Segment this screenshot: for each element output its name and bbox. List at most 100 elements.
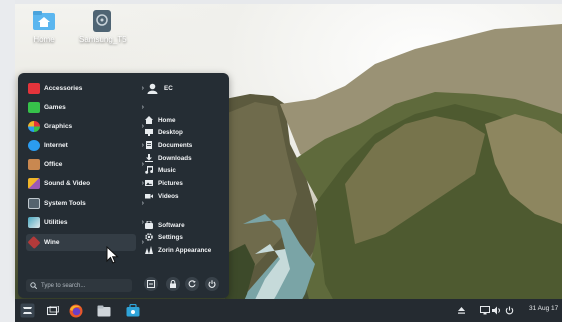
lock-icon (170, 280, 176, 288)
place-label: Documents (158, 141, 193, 149)
drive-icon (93, 10, 111, 32)
menu-place-home[interactable]: Home (145, 114, 176, 126)
menu-category-internet[interactable]: Internet › (26, 137, 144, 154)
graphics-icon (28, 121, 40, 132)
volume-icon[interactable] (492, 306, 502, 315)
internet-icon (28, 140, 40, 151)
restart-button[interactable] (185, 277, 199, 291)
downloads-icon (145, 154, 153, 162)
place-label: Desktop (158, 128, 183, 136)
menu-user[interactable]: EC (147, 82, 173, 94)
category-label: Office (44, 161, 63, 168)
zorin-logo-icon (20, 303, 35, 318)
system-item-label: Zorin Appearance (158, 246, 212, 254)
desktop-icon (145, 128, 153, 136)
desktop-icon-samsung-t5[interactable]: Samsung_T5 (79, 9, 127, 44)
chevron-right-icon: › (141, 104, 144, 111)
menu-category-office[interactable]: Office › (26, 156, 144, 173)
system-item-label: Settings (158, 233, 183, 241)
chevron-right-icon: › (141, 219, 144, 226)
menu-place-pictures[interactable]: Pictures (145, 177, 183, 189)
chevron-right-icon: › (141, 142, 144, 149)
menu-category-sound-video[interactable]: Sound & Video › (26, 175, 144, 192)
clock[interactable]: 31 Aug 17 (529, 305, 558, 312)
taskbar-files[interactable] (95, 302, 112, 319)
menu-category-utilities[interactable]: Utilities › (26, 214, 144, 231)
settings-icon (145, 233, 153, 241)
chevron-right-icon: › (141, 85, 144, 92)
category-label: Sound & Video (44, 180, 91, 187)
user-name: EC (164, 84, 173, 92)
desktop-icon-label: Home (33, 35, 55, 44)
category-label: Utilities (44, 219, 68, 226)
search-input[interactable]: Type to search... (26, 279, 132, 292)
power-button[interactable] (205, 277, 219, 291)
firefox-icon (69, 304, 82, 317)
zorin-menu-button[interactable] (19, 302, 36, 319)
music-icon (145, 166, 153, 174)
menu-category-games[interactable]: Games › (26, 99, 144, 116)
chevron-right-icon: › (141, 239, 144, 246)
mouse-pointer-icon (106, 246, 119, 264)
category-label: Graphics (44, 123, 73, 130)
category-label: Games (44, 104, 66, 111)
taskbar: 31 Aug 17 (15, 299, 562, 322)
utilities-icon (28, 217, 40, 228)
software-icon (145, 221, 153, 229)
menu-place-desktop[interactable]: Desktop (145, 126, 183, 138)
menu-category-system-tools[interactable]: System Tools › (26, 195, 144, 212)
taskbar-firefox[interactable] (67, 302, 84, 319)
software-store-icon (126, 304, 139, 317)
search-placeholder: Type to search... (41, 282, 86, 289)
menu-item-zorin-appearance[interactable]: Zorin Appearance (145, 244, 211, 256)
desktop-icon-home[interactable]: Home (29, 10, 59, 44)
sound-video-icon (28, 178, 40, 189)
power-icon (208, 280, 216, 288)
taskbar-software[interactable] (124, 302, 141, 319)
restart-icon (188, 280, 196, 288)
menu-place-documents[interactable]: Documents (145, 139, 192, 151)
category-label: Internet (44, 142, 68, 149)
menu-category-graphics[interactable]: Graphics › (26, 118, 144, 135)
category-label: Accessories (44, 85, 83, 92)
place-label: Home (158, 116, 176, 124)
menu-place-music[interactable]: Music (145, 164, 176, 176)
upload-tray-icon[interactable] (457, 306, 466, 315)
videos-icon (145, 192, 153, 200)
logout-button[interactable] (144, 277, 158, 291)
logout-icon (147, 280, 155, 288)
window-frame-left (0, 0, 15, 322)
place-label: Pictures (158, 179, 183, 187)
start-menu: Accessories › Games › Graphics › Interne… (18, 73, 229, 298)
power-tray-icon[interactable] (505, 306, 514, 315)
menu-category-accessories[interactable]: Accessories › (26, 80, 144, 97)
place-label: Videos (158, 192, 179, 200)
category-label: System Tools (44, 200, 86, 207)
files-folder-icon (97, 305, 110, 316)
office-icon (28, 159, 40, 170)
show-desktop-button[interactable] (44, 302, 61, 319)
chevron-right-icon: › (141, 200, 144, 207)
desktop-icon-label: Samsung_T5 (79, 35, 127, 44)
place-label: Music (158, 166, 176, 174)
menu-place-downloads[interactable]: Downloads (145, 152, 192, 164)
search-icon (30, 282, 37, 289)
chevron-right-icon: › (141, 180, 144, 187)
accessories-icon (28, 83, 40, 94)
games-icon (28, 102, 40, 113)
documents-icon (145, 141, 153, 149)
category-label: Wine (44, 239, 60, 246)
lock-button[interactable] (166, 277, 180, 291)
menu-place-videos[interactable]: Videos (145, 190, 179, 202)
pictures-icon (145, 179, 153, 187)
system-item-label: Software (158, 221, 185, 229)
network-icon[interactable] (480, 306, 490, 315)
system-tools-icon (28, 198, 40, 209)
wine-icon (27, 235, 41, 250)
user-icon (147, 83, 158, 94)
menu-item-software[interactable]: Software (145, 219, 185, 231)
menu-item-settings[interactable]: Settings (145, 231, 183, 243)
chevron-right-icon: › (141, 123, 144, 130)
home-icon (145, 116, 153, 124)
chevron-right-icon: › (141, 161, 144, 168)
